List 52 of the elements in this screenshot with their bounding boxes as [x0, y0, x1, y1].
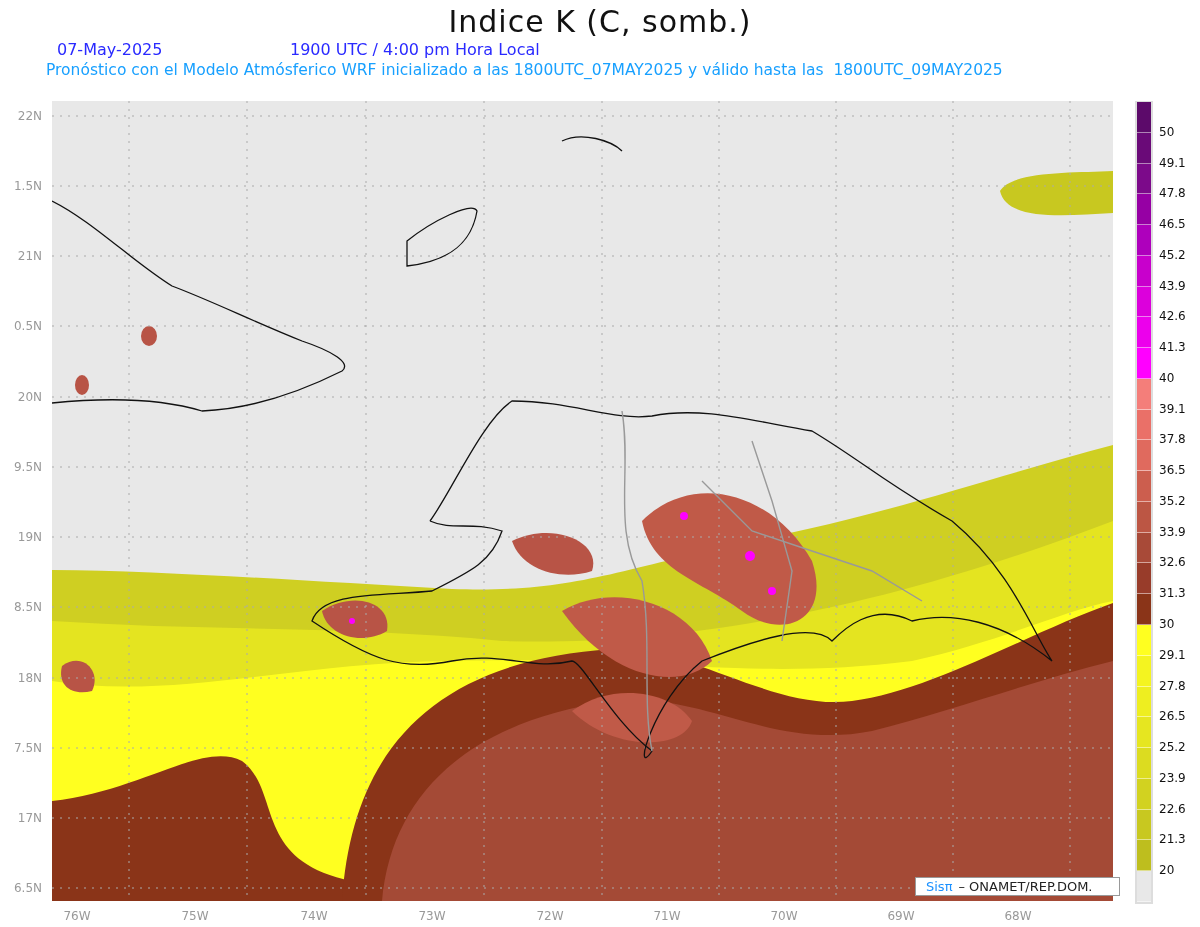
longitude-label: 68W [1004, 909, 1032, 923]
forecast-description: Pronóstico con el Modelo Atmósferico WRF inicializado a las 1800UTC_07MAY2025 y válido hasta las 1800UTC_09MAY2025 [45, 60, 1004, 80]
longitude-label: 69W [887, 909, 915, 923]
longitude-label: 75W [181, 909, 209, 923]
longitude-label: 72W [536, 909, 564, 923]
longitude-label: 70W [770, 909, 798, 923]
scale-label: 47.8 [1159, 186, 1186, 201]
scale-label: 22.6 [1159, 801, 1186, 816]
scale-label: 45.2 [1159, 247, 1186, 262]
scale-label: 36.5 [1159, 463, 1186, 478]
latitude-label: 20N [17, 390, 42, 404]
scale-label: 49.1 [1159, 155, 1186, 170]
scale-label: 25.2 [1159, 740, 1186, 755]
scale-label: 50 [1159, 124, 1175, 139]
longitude-label: 76W [63, 909, 91, 923]
scale-label: 41.3 [1159, 340, 1186, 355]
latitude-label: 21N [17, 249, 42, 263]
scale-label: 39.1 [1159, 401, 1186, 416]
chart-title: Indice K (C, somb.) [447, 4, 753, 40]
scale-label: 37.8 [1159, 432, 1186, 447]
latitude-label: 18N [17, 671, 42, 685]
latitude-label: 7.5N [13, 741, 42, 755]
scale-label: 40 [1159, 370, 1175, 385]
time-label: 1900 UTC / 4:00 pm Hora Local [290, 40, 540, 60]
latitude-label: 22N [17, 109, 42, 123]
latitude-label: 17N [17, 811, 42, 825]
scale-label: 35.2 [1159, 493, 1186, 508]
scale-label: 30 [1159, 617, 1175, 631]
scale-label: 31.3 [1159, 586, 1186, 601]
latitude-label: 1.5N [13, 179, 42, 193]
latitude-label: 8.5N [13, 600, 42, 614]
longitude-label: 71W [653, 909, 681, 923]
longitude-label: 74W [300, 909, 328, 923]
latitude-label: 9.5N [13, 460, 42, 474]
scale-label: 27.8 [1159, 678, 1186, 693]
scale-label: 32.6 [1159, 555, 1186, 570]
scale-label: 42.6 [1159, 309, 1186, 324]
scale-label: 21.3 [1159, 832, 1186, 847]
scale-label: 26.5 [1159, 709, 1186, 724]
scale-label: 43.9 [1159, 278, 1186, 293]
date-label: 07-May-2025 [57, 40, 164, 60]
brand-label: Sisπ [926, 879, 953, 894]
scale-label: 33.9 [1159, 524, 1186, 539]
scale-label: 20 [1159, 863, 1175, 878]
longitude-label: 73W [418, 909, 446, 923]
scale-label: 46.5 [1159, 217, 1186, 232]
scale-label: 29.1 [1159, 647, 1186, 662]
latitude-label: 0.5N [13, 319, 42, 333]
latitude-label: 19N [17, 530, 42, 544]
organization-label: – ONAMET/REP.DOM. [958, 879, 1093, 894]
scale-label: 23.9 [1159, 770, 1186, 785]
latitude-label: 6.5N [13, 881, 42, 895]
